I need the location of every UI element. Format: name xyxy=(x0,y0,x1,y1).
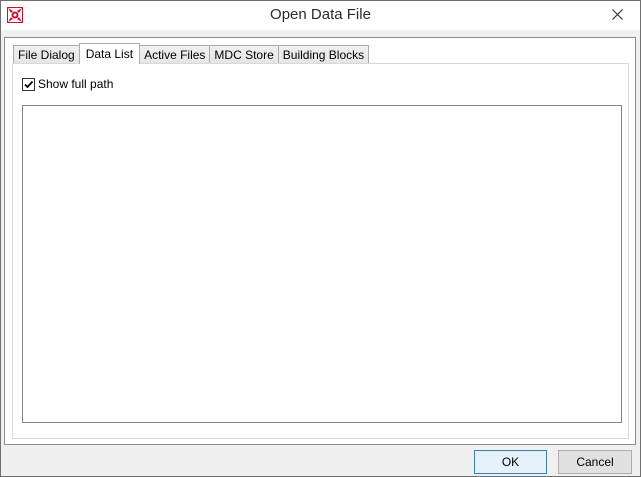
open-data-file-dialog: Open Data File File Dialog Data List Act… xyxy=(0,0,641,477)
show-full-path-checkbox[interactable] xyxy=(22,77,35,91)
tab-data-list[interactable]: Data List xyxy=(78,43,141,64)
data-file-list[interactable] xyxy=(22,105,622,423)
tab-file-dialog[interactable]: File Dialog xyxy=(13,45,80,64)
title-bar[interactable]: Open Data File xyxy=(1,1,640,30)
tab-active-files[interactable]: Active Files xyxy=(139,45,211,64)
tab-mdc-store[interactable]: MDC Store xyxy=(209,45,279,64)
tab-strip: File Dialog Data List Active Files MDC S… xyxy=(13,43,370,64)
close-icon xyxy=(611,8,623,23)
show-full-path-label: Show full path xyxy=(38,77,114,91)
checkmark-icon xyxy=(24,80,34,88)
tab-building-blocks[interactable]: Building Blocks xyxy=(277,45,370,64)
show-full-path-option[interactable]: Show full path xyxy=(22,77,113,91)
ok-button[interactable]: OK xyxy=(474,450,547,474)
window-title: Open Data File xyxy=(270,6,371,23)
close-button[interactable] xyxy=(594,1,640,30)
cancel-button[interactable]: Cancel xyxy=(558,450,632,474)
